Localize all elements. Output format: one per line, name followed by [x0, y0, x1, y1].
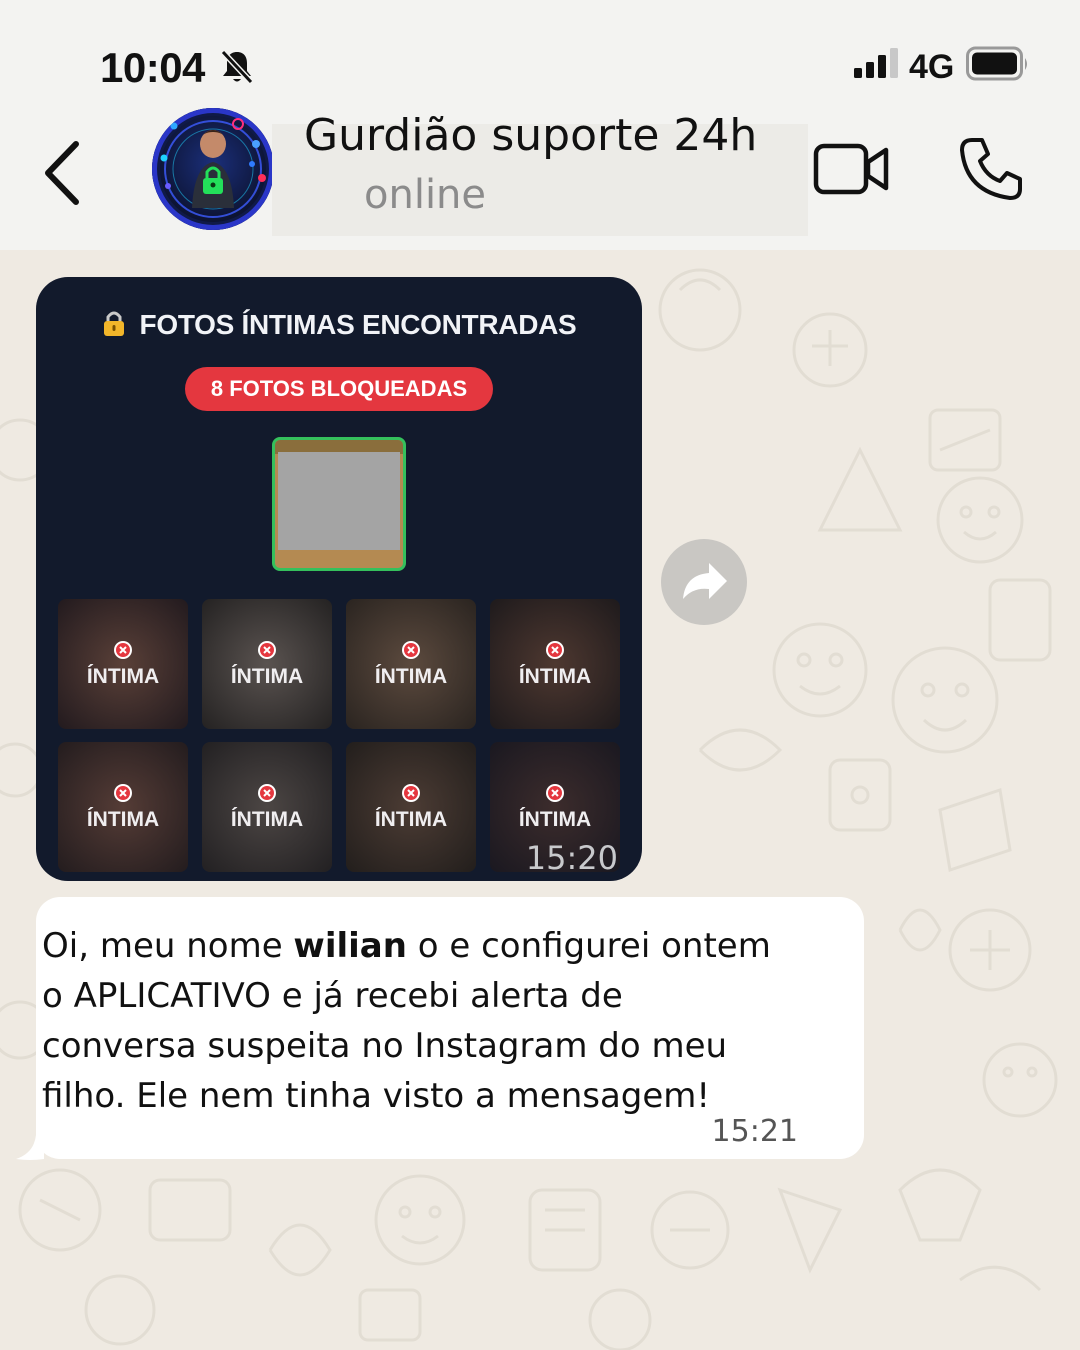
silent-bell-icon	[220, 49, 254, 85]
message-line-1: Oi, meu nome wilian o e configurei ontem	[42, 921, 842, 971]
contact-avatar[interactable]	[152, 108, 274, 230]
forward-button[interactable]	[661, 539, 747, 625]
forward-arrow-icon	[683, 563, 727, 599]
blocked-photo-tile: ÍNTIMA	[490, 599, 620, 729]
text-message-time: 15:21	[711, 1114, 798, 1149]
tile-label: ÍNTIMA	[518, 665, 592, 688]
tile-label: ÍNTIMA	[230, 808, 304, 831]
tile-label: ÍNTIMA	[86, 808, 160, 831]
blocked-photo-tile: ÍNTIMA	[346, 742, 476, 872]
message-text: Oi, meu nome wilian o e configurei ontem…	[42, 921, 842, 1121]
cellular-signal-icon	[854, 48, 898, 78]
chat-header: Gurdião suporte 24h online	[0, 108, 1080, 250]
back-arrow-icon[interactable]	[38, 138, 88, 208]
blurred-photo-preview	[272, 437, 406, 571]
padlock-icon	[103, 311, 124, 336]
tile-label: ÍNTIMA	[374, 665, 448, 688]
blocked-icon	[546, 641, 564, 659]
tile-label: ÍNTIMA	[374, 808, 448, 831]
blocked-icon	[114, 784, 132, 802]
message-line-2: o APLICATIVO e já recebi alerta de	[42, 976, 623, 1016]
tile-label: ÍNTIMA	[86, 665, 160, 688]
avatar-illustration	[160, 118, 266, 218]
blocked-icon	[546, 784, 564, 802]
card-title-text: FOTOS ÍNTIMAS ENCONTRADAS	[139, 309, 577, 340]
blocked-photo-tile: ÍNTIMA	[346, 599, 476, 729]
battery-icon	[966, 46, 1027, 81]
contact-status: online	[364, 172, 487, 218]
blocked-icon	[114, 641, 132, 659]
blocked-photo-tile: ÍNTIMA	[202, 599, 332, 729]
message-bold-name: wilian	[293, 926, 407, 966]
video-call-icon[interactable]	[812, 140, 892, 198]
blocked-icon	[258, 641, 276, 659]
contact-name[interactable]: Gurdião suporte 24h	[304, 110, 757, 161]
preview-censor-block	[278, 452, 400, 550]
tile-label: ÍNTIMA	[518, 808, 592, 831]
tile-label: ÍNTIMA	[230, 665, 304, 688]
blocked-photos-badge: 8 FOTOS BLOQUEADAS	[185, 367, 493, 411]
blocked-icon	[258, 784, 276, 802]
message-text-segment: Oi, meu nome	[42, 926, 294, 966]
text-message-bubble[interactable]: Oi, meu nome wilian o e configurei ontem…	[36, 897, 864, 1159]
blocked-icon	[402, 641, 420, 659]
image-message-time: 15:20	[525, 839, 618, 877]
blocked-photo-tile: ÍNTIMA	[58, 599, 188, 729]
blocked-photo-tile: ÍNTIMA	[202, 742, 332, 872]
blocked-icon	[402, 784, 420, 802]
chat-area[interactable]: FOTOS ÍNTIMAS ENCONTRADAS 8 FOTOS BLOQUE…	[0, 250, 1080, 1350]
phone-call-icon[interactable]	[958, 136, 1024, 202]
status-time: 10:04	[100, 44, 205, 91]
blocked-photo-tile: ÍNTIMA	[58, 742, 188, 872]
network-type: 4G	[909, 48, 955, 86]
image-message-bubble[interactable]: FOTOS ÍNTIMAS ENCONTRADAS 8 FOTOS BLOQUE…	[36, 277, 642, 881]
message-line-3: conversa suspeita no Instagram do meu	[42, 1026, 728, 1066]
status-bar: 10:04 4G	[0, 0, 1080, 110]
message-text-segment: o e configurei ontem	[406, 926, 771, 966]
card-title: FOTOS ÍNTIMAS ENCONTRADAS	[36, 309, 642, 341]
